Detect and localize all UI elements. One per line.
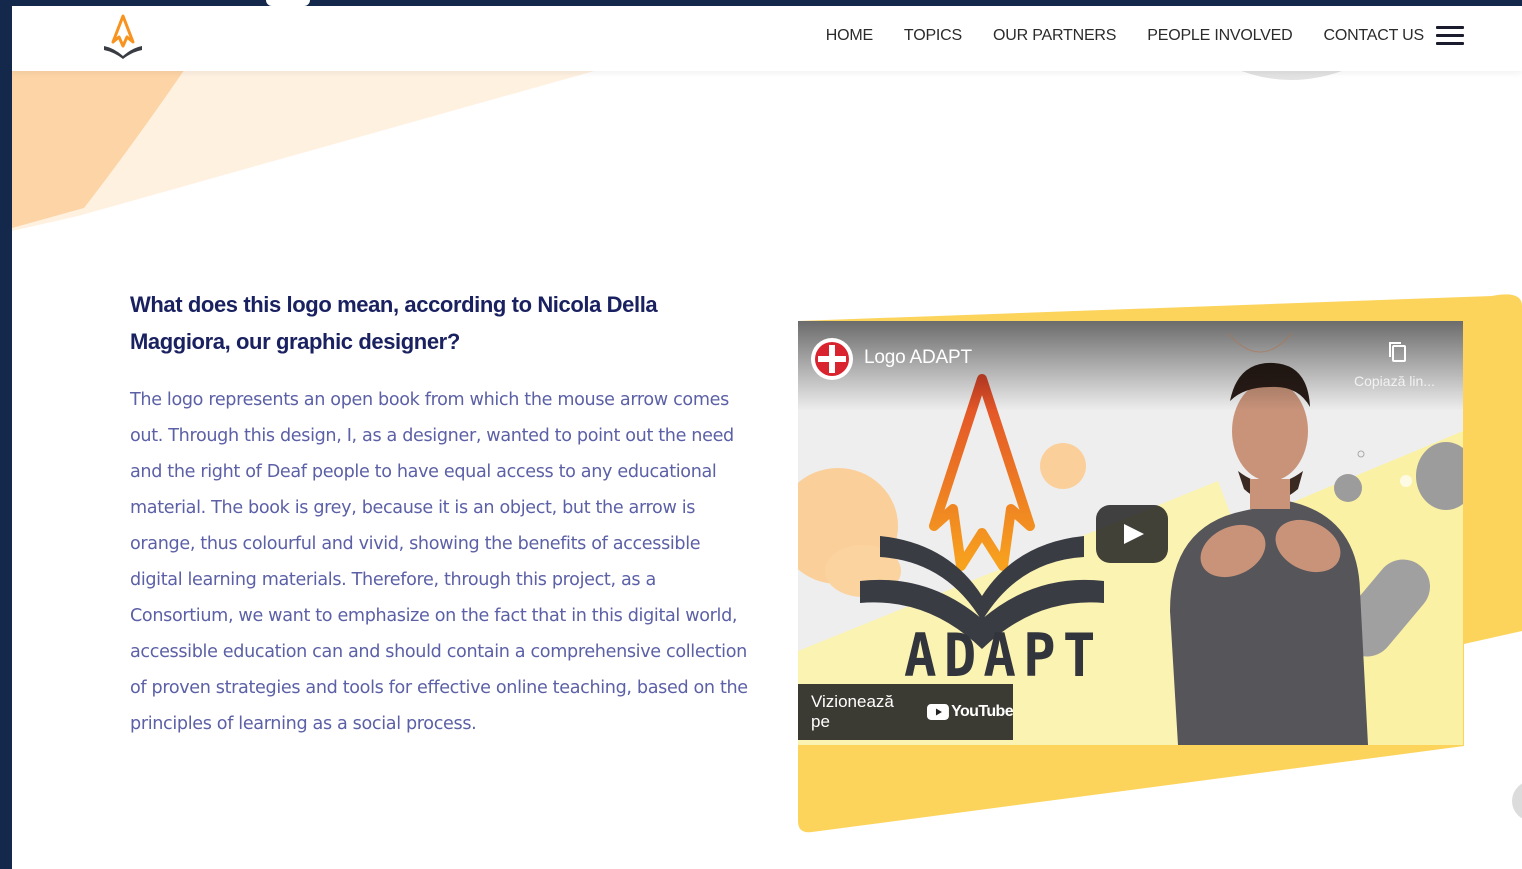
youtube-wordmark: YouTube [951, 703, 1013, 720]
watch-on-youtube-bar[interactable]: Vizionează pe YouTube [798, 684, 1014, 740]
grey-dot [1512, 783, 1522, 819]
site-header: HOME TOPICS OUR PARTNERS PEOPLE INVOLVED… [12, 6, 1522, 71]
section-heading: What does this logo mean, according to N… [130, 292, 658, 354]
hamburger-icon[interactable] [1436, 26, 1464, 46]
copy-icon[interactable] [1386, 339, 1410, 365]
adapt-book-arrow-logo-icon[interactable] [100, 12, 146, 60]
video-title[interactable]: Logo ADAPT [864, 347, 972, 369]
section-body: The logo represents an open book from wh… [130, 390, 748, 734]
play-icon[interactable] [1096, 505, 1168, 563]
watch-on-label: Vizionează pe [811, 692, 894, 731]
youtube-logo-icon [927, 704, 950, 720]
nav-our-partners[interactable]: OUR PARTNERS [993, 27, 1116, 45]
channel-avatar-icon[interactable] [810, 337, 854, 381]
main-nav: HOME TOPICS OUR PARTNERS PEOPLE INVOLVED… [826, 6, 1424, 66]
youtube-video-embed[interactable]: Logo ADAPT Copiază lin... ADAPT Vizionea… [798, 321, 1463, 745]
nav-people-involved[interactable]: PEOPLE INVOLVED [1147, 27, 1292, 45]
nav-home[interactable]: HOME [826, 27, 873, 45]
page: HOME TOPICS OUR PARTNERS PEOPLE INVOLVED… [12, 6, 1522, 869]
nav-topics[interactable]: TOPICS [904, 27, 962, 45]
thumbnail-adapt-word: ADAPT [904, 621, 1103, 691]
copy-link-label[interactable]: Copiază lin... [1354, 373, 1435, 389]
nav-contact-us[interactable]: CONTACT US [1323, 27, 1424, 45]
